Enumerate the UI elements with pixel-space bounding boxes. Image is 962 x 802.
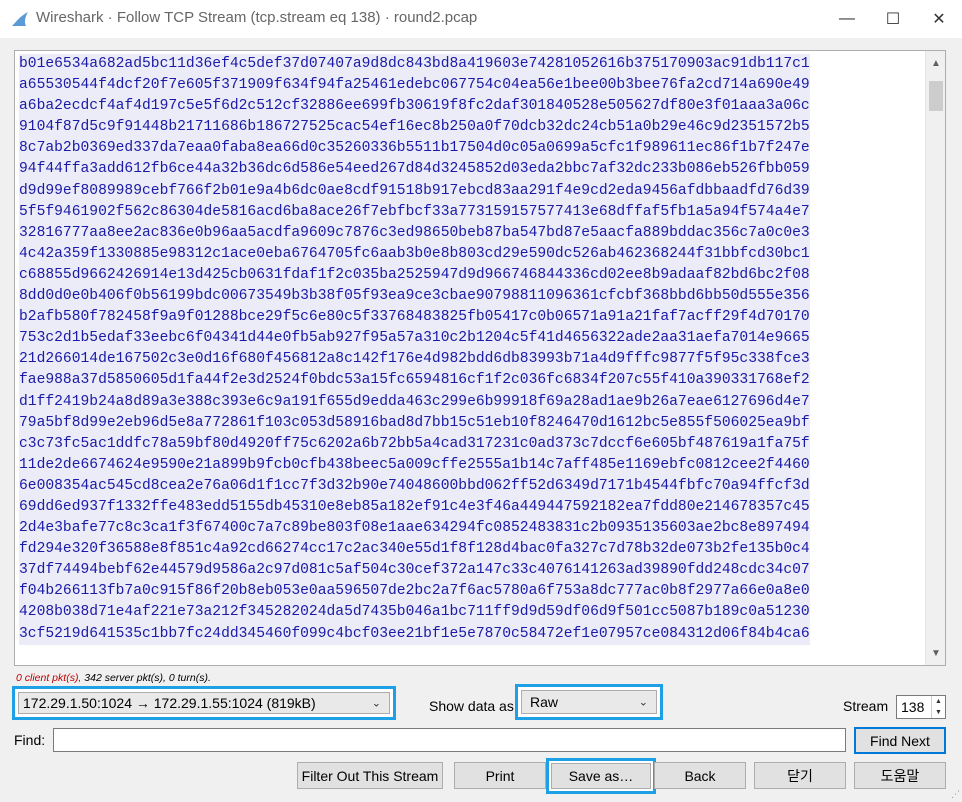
stream-number-value: 138 xyxy=(901,699,925,715)
scroll-up-icon[interactable]: ▲ xyxy=(926,53,946,73)
spin-down-icon[interactable]: ▼ xyxy=(932,707,945,718)
maximize-button[interactable]: ☐ xyxy=(870,0,916,38)
close-window-button[interactable]: ✕ xyxy=(916,0,962,38)
conversation-value: 172.29.1.50:1024 → 172.29.1.55:1024 (819… xyxy=(23,695,316,711)
filter-out-stream-button[interactable]: Filter Out This Stream xyxy=(297,762,443,789)
stream-line: 94f44ffa3add612fb6ce44a32b36dc6d586e54ee… xyxy=(19,159,810,181)
stream-line: fd294e320f36588e8f851c4a92cd66274cc17c2a… xyxy=(19,539,810,561)
spin-up-icon[interactable]: ▲ xyxy=(932,696,945,707)
stream-line: 69dd6ed937f1332ffe483edd5155db45310e8eb8… xyxy=(19,496,810,519)
stream-line: c3c73fc5ac1ddfc78a59bf80d4920ff75c6202a6… xyxy=(19,433,810,455)
find-next-button[interactable]: Find Next xyxy=(854,727,946,754)
stream-line: 753c2d1b5edaf33eebc6f04341d44e0fb5ab927f… xyxy=(19,328,810,350)
show-data-label: Show data as xyxy=(429,698,514,714)
title-bar: Wireshark · Follow TCP Stream (tcp.strea… xyxy=(0,0,962,38)
scroll-thumb[interactable] xyxy=(929,81,943,111)
scroll-down-icon[interactable]: ▼ xyxy=(926,643,946,663)
stream-line: 11de2de6674624e9590e21a899b9fcb0cfb438be… xyxy=(19,454,810,476)
print-button[interactable]: Print xyxy=(454,762,546,789)
stream-content[interactable]: b01e6534a682ad5bc11d36ef4c5def37d07407a9… xyxy=(15,51,925,665)
stream-line: 4208b038d71e4af221e73a212f345282024da5d7… xyxy=(19,602,810,624)
stream-line: 2d4e3bafe77c8c3ca1f3f67400c7a7c89be803f0… xyxy=(19,518,810,540)
stream-line: f04b266113fb7a0c915f86f20b8eb053e0aa5965… xyxy=(19,581,810,603)
show-data-select-highlight: Raw ⌄ xyxy=(515,684,663,720)
resize-grip-icon[interactable]: ⋰ xyxy=(951,789,960,800)
stream-line: a65530544f4dcf20f7e605f371909f634f94fa25… xyxy=(19,75,810,97)
stream-line: 79a5bf8d99e2eb96d5e8a772861f103c053d5891… xyxy=(19,412,810,434)
stream-text-area[interactable]: b01e6534a682ad5bc11d36ef4c5def37d07407a9… xyxy=(14,50,946,666)
client-packet-count: 0 client pkt(s), xyxy=(16,672,82,684)
find-label: Find: xyxy=(14,732,46,748)
stream-line: 8dd0d0e0b406f0b56199bdc00673549b3b38f05f… xyxy=(19,286,810,308)
conversation-select-highlight: 172.29.1.50:1024 → 172.29.1.55:1024 (819… xyxy=(12,686,396,720)
stream-line: 8c7ab2b0369ed337da7eaa0faba8ea66d0c35260… xyxy=(19,138,810,160)
show-data-value: Raw xyxy=(530,694,559,710)
find-input[interactable] xyxy=(53,728,846,752)
stream-line: b01e6534a682ad5bc11d36ef4c5def37d07407a9… xyxy=(19,54,810,76)
vertical-scrollbar[interactable]: ▲ ▼ xyxy=(925,51,945,665)
packet-summary: 0 client pkt(s), 342 server pkt(s), 0 tu… xyxy=(16,672,211,684)
save-as-button[interactable]: Save as… xyxy=(551,763,651,789)
chevron-down-icon: ⌄ xyxy=(371,697,381,710)
window-title: Wireshark · Follow TCP Stream (tcp.strea… xyxy=(36,9,478,26)
stream-line: c68855d9662426914e13d425cb0631fdaf1f2c03… xyxy=(19,264,810,287)
stream-line: d9d99ef8089989cebf766f2b01e9a4b6dc0ae8cd… xyxy=(19,180,810,202)
maximize-icon: ☐ xyxy=(885,11,901,28)
stream-line: 37df74494bebf62e44579d9586a2c97d081c5af5… xyxy=(19,560,810,582)
conversation-select[interactable]: 172.29.1.50:1024 → 172.29.1.55:1024 (819… xyxy=(18,692,390,714)
help-button[interactable]: 도움말 xyxy=(854,762,946,789)
wireshark-fin-icon xyxy=(12,12,28,26)
stream-line: 4c42a359f1330885e98312c1ace0eba6764705fc… xyxy=(19,243,810,265)
close-icon: ✕ xyxy=(932,11,946,28)
back-button[interactable]: Back xyxy=(654,762,746,789)
stream-line: 5f5f9461902f562c86304de5816acd6ba8ace26f… xyxy=(19,201,810,223)
stream-line: 21d266014de167502c3e0d16f680f456812a8c14… xyxy=(19,349,810,371)
stream-line: b2afb580f782458f9a9f01288bce29f5c6e80c5f… xyxy=(19,307,810,329)
chevron-down-icon: ⌄ xyxy=(638,696,648,709)
stream-number-spinbox[interactable]: 138 ▲ ▼ xyxy=(896,695,946,719)
save-as-highlight: Save as… xyxy=(546,758,656,794)
minimize-button[interactable]: — xyxy=(824,0,870,38)
stream-line: 3cf5219d641535c1bb7fc24dd345460f099c4bcf… xyxy=(19,623,810,645)
stream-line: d1ff2419b24a8d89a3e388c393e6c9a191f655d9… xyxy=(19,391,810,413)
show-data-select[interactable]: Raw ⌄ xyxy=(521,690,657,714)
stream-line: 32816777aa8ee2ac836e0b96aa5acdfa9609c787… xyxy=(19,222,810,244)
stream-label: Stream xyxy=(843,698,889,714)
stream-line: 6e008354ac545cd8cea2e76a06d1f1cc7f3d32b9… xyxy=(19,475,810,497)
spin-arrows: ▲ ▼ xyxy=(931,696,945,718)
stream-line: a6ba2ecdcf4af4d197c5e5f6d2c512cf32886ee6… xyxy=(19,96,810,118)
close-button[interactable]: 닫기 xyxy=(754,762,846,789)
server-packet-count: 342 server pkt(s), 0 turn(s). xyxy=(81,672,211,684)
stream-line: 9104f87d5c9f91448b21711686b186727525cac5… xyxy=(19,117,810,139)
minimize-icon: — xyxy=(839,10,855,27)
stream-line: fae988a37d5850605d1fa44f2e3d2524f0bdc53a… xyxy=(19,370,810,392)
